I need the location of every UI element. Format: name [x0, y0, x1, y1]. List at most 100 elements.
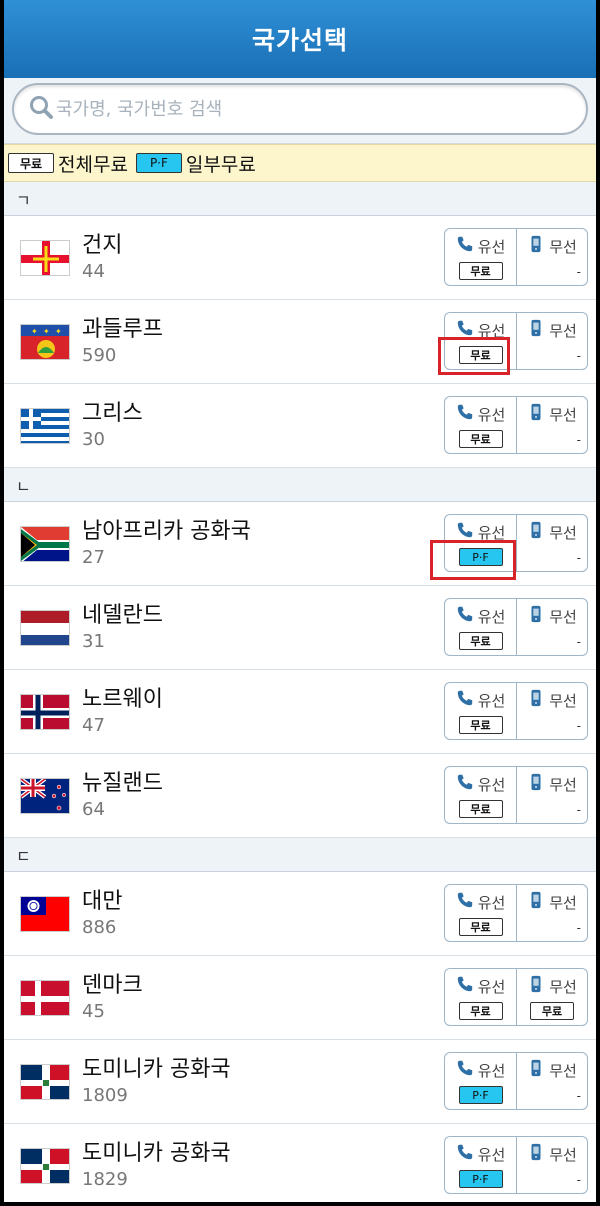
phone-icon — [456, 403, 478, 425]
wireless-none: - — [576, 1173, 581, 1187]
wireless-option[interactable]: 무선 - — [516, 1053, 587, 1109]
phone-icon — [456, 1059, 478, 1081]
mobile-phone-icon — [527, 773, 549, 795]
call-options: 유선 P·F 무선 - — [444, 1136, 588, 1194]
phone-icon — [456, 605, 478, 627]
wired-label: 유선 — [477, 607, 506, 626]
wireless-option[interactable]: 무선 - — [516, 885, 587, 941]
svg-text:✦: ✦ — [55, 327, 62, 336]
wireless-label: 무선 — [549, 775, 577, 794]
country-row-norway[interactable]: 노르웨이 47 유선 무료 무선 - — [4, 670, 596, 754]
wired-label: 유선 — [477, 1061, 506, 1080]
search-bar — [4, 78, 596, 144]
mobile-phone-icon — [527, 521, 549, 543]
wireless-option[interactable]: 무선 - — [516, 599, 587, 655]
wireless-option[interactable]: 무선 - — [516, 767, 587, 823]
wireless-label: 무선 — [549, 321, 577, 340]
mobile-phone-icon — [527, 1143, 549, 1165]
country-row-guernsey[interactable]: 건지 44 유선 무료 무선 - — [4, 216, 596, 300]
country-row-dominican-republic[interactable]: 도미니카 공화국 1829 유선 P·F 무선 - — [4, 1124, 596, 1202]
wired-option[interactable]: 유선 무료 — [445, 229, 516, 285]
call-options: 유선무료 무선 - — [444, 598, 588, 656]
app-frame: 국가선택 무료 전체무료 P·F 일부무료 ㄱ건지44유선무료무선-✦✦✦과들루… — [4, 0, 596, 1202]
country-row-taiwan[interactable]: 대만 886 유선 무료 무선 - — [4, 872, 596, 956]
flag-guadeloupe-icon: ✦ ✦ ✦ — [20, 323, 70, 360]
wireless-none: - — [576, 719, 581, 733]
wired-option[interactable]: 유선 P·F — [445, 1053, 516, 1109]
wired-option[interactable]: 유선무료 — [445, 599, 516, 655]
wireless-option[interactable]: 무선 - — [516, 515, 587, 571]
wired-option[interactable]: 유선 P·F — [445, 1137, 516, 1193]
wireless-option[interactable]: 무선 - — [516, 1137, 587, 1193]
legend-free-badge: 무료 — [8, 153, 54, 173]
wireless-option[interactable]: 무선 - — [516, 683, 587, 739]
wired-badge: P·F — [458, 1086, 503, 1104]
wired-option[interactable]: 유선무료 — [445, 969, 516, 1025]
country-row-dominican-republic[interactable]: 도미니카 공화국 1809 유선 P·F 무선 - — [4, 1040, 596, 1124]
country-row-netherlands[interactable]: 네델란드 31 유선 무료 무선 - — [4, 586, 596, 670]
wireless-option[interactable]: 무선 - — [516, 397, 587, 453]
country-row-greece[interactable]: 그리스 30 유선 무료 무선 - — [4, 384, 596, 468]
wireless-label: 무선 — [549, 691, 577, 710]
legend: 무료 전체무료 P·F 일부무료 — [4, 144, 596, 182]
wired-label: 유선 — [477, 1145, 506, 1164]
wired-badge: 무료 — [458, 1002, 503, 1020]
legend-pf-label: 일부무료 — [185, 153, 256, 176]
wireless-label: 무선 — [549, 893, 577, 912]
wired-badge: 무료 — [458, 800, 503, 818]
wired-label: 유선 — [477, 775, 506, 794]
search-input[interactable] — [56, 98, 536, 120]
wireless-option[interactable]: 무선 - — [516, 229, 587, 285]
mobile-phone-icon — [527, 403, 549, 425]
wired-option[interactable]: 유선무료 — [445, 683, 516, 739]
flag-dominican-republic-icon — [20, 1063, 70, 1100]
wireless-label: 무선 — [549, 977, 577, 996]
call-options: 유선무료 무선 - — [444, 682, 588, 740]
wireless-none: - — [576, 921, 581, 935]
wired-badge: 무료 — [458, 716, 503, 734]
mobile-phone-icon — [527, 975, 549, 997]
wired-option[interactable]: 유선 무료 — [445, 397, 516, 453]
wired-badge: 무료 — [458, 632, 503, 650]
wired-option[interactable]: 유선무료 — [445, 767, 516, 823]
page-title: 국가선택 — [251, 26, 348, 55]
section-header: ㄷ — [4, 838, 596, 872]
country-list: ㄱ 건지 44 유선 무료 무선 - ✦ ✦ ✦ 과들루프 590 유선 무료 무선 - 그리스 30 유선 무료 무선… — [4, 182, 596, 1202]
wireless-option[interactable]: 무선 - — [516, 313, 587, 369]
section-header: ㄴ — [4, 468, 596, 502]
wireless-none: - — [576, 803, 581, 817]
wireless-label: 무선 — [549, 237, 577, 256]
wireless-option[interactable]: 무선 무료 — [516, 969, 587, 1025]
call-options: 유선 무료 무선 - — [444, 884, 588, 942]
flag-norway-icon — [20, 693, 70, 730]
mobile-phone-icon — [527, 1059, 549, 1081]
country-row-denmark[interactable]: 덴마크 45 유선 무료 무선 무료 — [4, 956, 596, 1040]
call-options: 유선무료 무선 - — [444, 766, 588, 824]
flag-guernsey-icon — [20, 239, 70, 276]
wired-badge: P·F — [458, 1170, 503, 1188]
mobile-phone-icon — [527, 891, 549, 913]
svg-text:✦: ✦ — [43, 327, 50, 336]
wireless-none: - — [576, 635, 581, 649]
phone-icon — [456, 1143, 478, 1165]
mobile-phone-icon — [527, 235, 549, 257]
wired-label: 유선 — [477, 691, 506, 710]
flag-denmark-icon — [20, 979, 70, 1016]
wired-badge: 무료 — [458, 262, 503, 280]
wireless-none: - — [576, 433, 581, 447]
search-box[interactable] — [12, 83, 588, 135]
legend-free-label: 전체무료 — [58, 153, 128, 176]
wired-label: 유선 — [477, 977, 506, 996]
phone-icon — [456, 773, 478, 795]
wired-label: 유선 — [477, 405, 506, 424]
call-options: 유선 P·F 무선 - — [444, 1052, 588, 1110]
mobile-phone-icon — [527, 319, 549, 341]
phone-icon — [456, 891, 478, 913]
wireless-label: 무선 — [549, 1061, 577, 1080]
search-icon — [28, 94, 56, 124]
wireless-label: 무선 — [549, 607, 577, 626]
wireless-none: - — [576, 265, 581, 279]
country-row-new-zealand[interactable]: 뉴질랜드 64 유선 무료 무선 - — [4, 754, 596, 838]
flag-netherlands-icon — [20, 609, 70, 646]
wired-option[interactable]: 유선 무료 — [445, 885, 516, 941]
